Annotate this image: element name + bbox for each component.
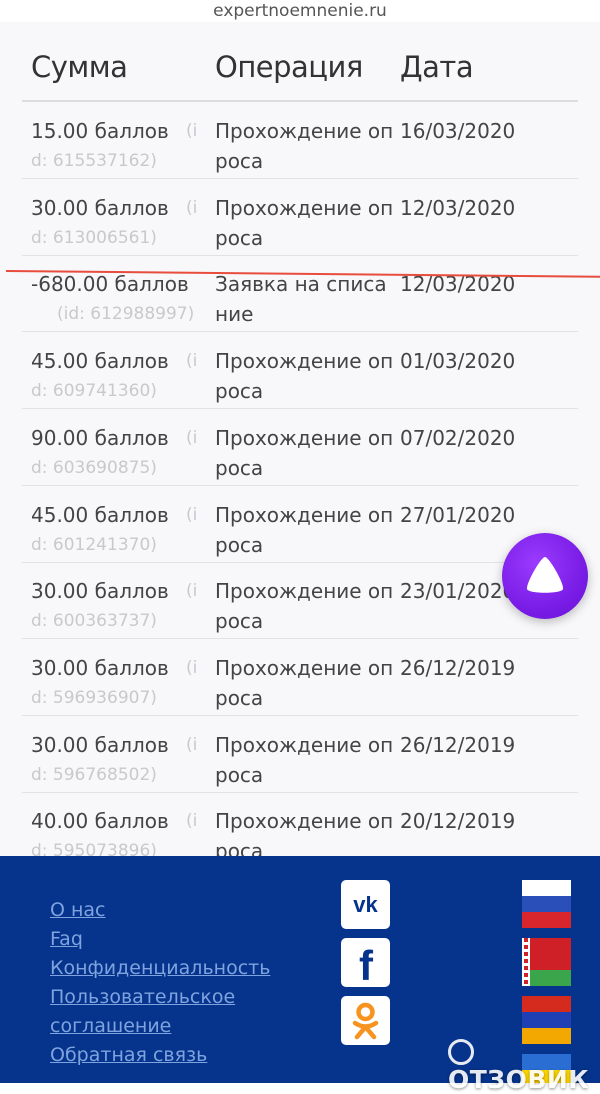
footer-link-user-agreement-cont[interactable]: соглашение [50,1012,171,1041]
date-cell: 01/03/2020 [400,349,516,373]
transaction-id: d: 596936907) [31,688,157,708]
date-cell: 27/01/2020 [400,503,516,527]
operation-cell-continued: роса [215,609,264,633]
operation-cell: Прохождение оп [215,656,394,680]
footer-link-user-agreement[interactable]: Пользовательское [50,983,235,1012]
table-header: Сумма Операция Дата [22,44,578,102]
amount-cell: 15.00 баллов [31,119,169,143]
footer-link-privacy[interactable]: Конфиденциальность [50,954,270,983]
footer-link-feedback[interactable]: Обратная связь [50,1041,207,1070]
transaction-id: d: 596768502) [31,765,157,785]
operation-cell: Прохождение оп [215,579,394,603]
date-cell: 20/12/2019 [400,809,516,833]
transaction-id: d: 601241370) [31,535,157,555]
operation-cell-continued: роса [215,456,264,480]
amount-cell: 30.00 баллов [31,733,169,757]
operation-cell: Прохождение оп [215,809,394,833]
transaction-id-fragment: (i [186,735,198,755]
transactions-table: Сумма Операция Дата 15.00 баллов (i d: 615… [22,44,578,869]
date-cell: 12/03/2020 [400,196,516,220]
operation-cell-continued: роса [215,379,264,403]
table-row: 30.00 баллов (i d: 596936907) Прохождение о… [22,639,578,716]
operation-cell-continued: роса [215,226,264,250]
transaction-id-fragment: (i [186,811,198,831]
footer-link-faq[interactable]: Faq [50,925,83,954]
amount-cell: 30.00 баллов [31,656,169,680]
odnoklassniki-button[interactable] [341,996,390,1045]
date-cell: 23/01/2020 [400,579,516,603]
transaction-id-fragment: (i [186,121,198,141]
transaction-id: d: 600363737) [31,611,157,631]
transaction-id-fragment: (i [186,505,198,525]
operation-cell: Прохождение оп [215,349,394,373]
odnoklassniki-icon [352,1002,379,1040]
date-cell: 26/12/2019 [400,733,516,757]
facebook-icon: f [359,942,374,989]
table-row: 90.00 баллов (i d: 603690875) Прохождение о… [22,409,578,486]
svg-text:f: f [359,942,374,987]
amount-cell: 40.00 баллов [31,809,169,833]
column-header-date: Дата [400,50,474,84]
amount-cell: 30.00 баллов [31,196,169,220]
table-row: -680.00 баллов (id: 612988997) Заявка на с… [22,255,578,332]
table-row: 45.00 баллов (i d: 601241370) Прохождение о… [22,486,578,563]
belarus-flag-icon[interactable] [522,938,571,986]
transaction-id-fragment: (i [186,198,198,218]
operation-cell-continued: роса [215,149,264,173]
facebook-button[interactable]: f [341,938,390,989]
watermark-logo-icon [448,1039,474,1065]
date-cell: 16/03/2020 [400,119,516,143]
column-header-amount: Сумма [31,50,128,84]
transactions-panel: Сумма Операция Дата 15.00 баллов (i d: 615… [0,22,600,869]
amount-cell: 90.00 баллов [31,426,169,450]
transaction-id-fragment: (i [186,658,198,678]
table-row: 30.00 баллов (i d: 613006561) Прохождение о… [22,179,578,256]
svg-text:vk: vk [353,892,378,917]
column-header-operation: Операция [215,50,363,84]
transaction-id-fragment: (i [186,428,198,448]
amount-cell: 30.00 баллов [31,579,169,603]
transaction-id: d: 603690875) [31,458,157,478]
operation-cell: Прохождение оп [215,196,394,220]
operation-cell: Прохождение оп [215,426,394,450]
operation-cell-continued: ние [215,302,254,326]
url-text: expertnoemnenie.ru [213,1,387,21]
amount-cell: 45.00 баллов [31,349,169,373]
transaction-id-fragment: (i [186,351,198,371]
operation-cell-continued: роса [215,763,264,787]
footer-link-about[interactable]: О нас [50,896,106,925]
amount-cell: 45.00 баллов [31,503,169,527]
operation-cell: Прохождение оп [215,503,394,527]
russia-flag-icon[interactable] [522,880,571,928]
operation-cell: Прохождение оп [215,119,394,143]
transaction-id: d: 615537162) [31,151,157,171]
table-row: 15.00 баллов (i d: 615537162) Прохождение о… [22,102,578,179]
vk-button[interactable]: vk [341,880,390,929]
operation-cell-continued: роса [215,686,264,710]
otzovik-watermark: ОТЗОВИК [448,1036,600,1094]
alice-assistant-button[interactable] [502,533,588,619]
operation-cell-continued: роса [215,533,264,557]
transaction-id: d: 613006561) [31,228,157,248]
transaction-id: d: 609741360) [31,381,157,401]
operation-cell: Прохождение оп [215,733,394,757]
table-row: 30.00 баллов (i d: 600363737) Прохождение о… [22,562,578,639]
table-row: 30.00 баллов (i d: 596768502) Прохождение о… [22,716,578,793]
alice-assistant-icon [526,557,564,593]
table-row: 45.00 баллов (i d: 609741360) Прохождение о… [22,332,578,409]
transaction-id: (id: 612988997) [57,304,195,324]
transaction-id-fragment: (i [186,581,198,601]
date-cell: 26/12/2019 [400,656,516,680]
vk-icon: vk [353,892,378,917]
date-cell: 07/02/2020 [400,426,516,450]
